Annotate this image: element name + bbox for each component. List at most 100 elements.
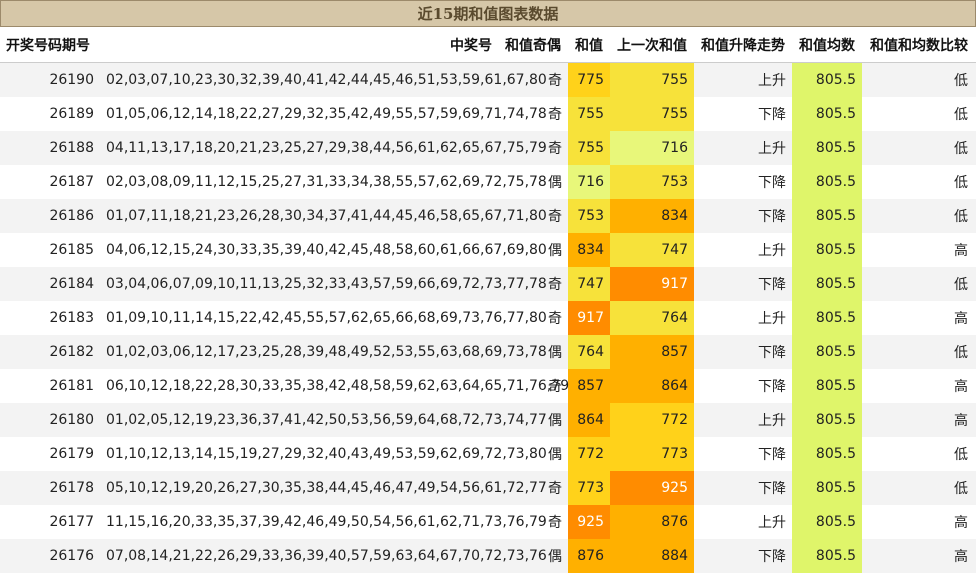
header-trend: 和值升降走势 [694,27,792,63]
table-row: 26184 03,04,06,07,09,10,11,13,25,32,33,43… [0,267,976,301]
numbers-cell: 01,02,05,12,19,23,36,37,41,42,50,53,56,5… [100,403,547,437]
prev-sum-cell: 755 [610,62,694,97]
numbers-cell: 01,10,12,13,14,15,19,27,29,32,40,43,49,5… [100,437,547,471]
table-row: 26181 06,10,12,18,22,28,30,33,35,38,42,48… [0,369,976,403]
avg-cell: 805.5 [792,199,862,233]
sum-cell: 753 [568,199,610,233]
table-row: 26178 05,10,12,19,20,26,27,30,35,38,44,45… [0,471,976,505]
trend-cell: 上升 [694,62,792,97]
compare-cell: 低 [862,335,976,369]
table-row: 26190 02,03,07,10,23,30,32,39,40,41,42,44… [0,62,976,97]
issue-cell: 26176 [0,539,100,573]
sum-cell: 773 [568,471,610,505]
issue-cell: 26183 [0,301,100,335]
avg-cell: 805.5 [792,471,862,505]
header-issue: 开奖号码期号 [0,27,100,63]
prev-sum-cell: 773 [610,437,694,471]
numbers-cell: 03,04,06,07,09,10,11,13,25,32,33,43,57,5… [100,267,547,301]
avg-cell: 805.5 [792,301,862,335]
compare-cell: 高 [862,233,976,267]
trend-cell: 下降 [694,335,792,369]
prev-sum-cell: 755 [610,97,694,131]
compare-cell: 低 [862,471,976,505]
issue-cell: 26177 [0,505,100,539]
prev-sum-cell: 857 [610,335,694,369]
prev-sum-cell: 864 [610,369,694,403]
issue-cell: 26187 [0,165,100,199]
avg-cell: 805.5 [792,267,862,301]
sum-cell: 716 [568,165,610,199]
numbers-cell: 01,05,06,12,14,18,22,27,29,32,35,42,49,5… [100,97,547,131]
issue-cell: 26178 [0,471,100,505]
issue-cell: 26185 [0,233,100,267]
issue-cell: 26188 [0,131,100,165]
sum-cell: 747 [568,267,610,301]
issue-cell: 26190 [0,62,100,97]
compare-cell: 低 [862,62,976,97]
table-title: 近15期和值图表数据 [0,0,976,27]
prev-sum-cell: 764 [610,301,694,335]
numbers-cell: 02,03,07,10,23,30,32,39,40,41,42,44,45,4… [100,62,547,97]
prev-sum-cell: 716 [610,131,694,165]
issue-cell: 26189 [0,97,100,131]
trend-cell: 下降 [694,471,792,505]
table-row: 26189 01,05,06,12,14,18,22,27,29,32,35,42… [0,97,976,131]
table-row: 26183 01,09,10,11,14,15,22,42,45,55,57,62… [0,301,976,335]
table-row: 26180 01,02,05,12,19,23,36,37,41,42,50,53… [0,403,976,437]
issue-cell: 26186 [0,199,100,233]
table-row: 26187 02,03,08,09,11,12,15,25,27,31,33,34… [0,165,976,199]
table-row: 26179 01,10,12,13,14,15,19,27,29,32,40,43… [0,437,976,471]
numbers-cell: 01,02,03,06,12,17,23,25,28,39,48,49,52,5… [100,335,547,369]
numbers-cell: 01,07,11,18,21,23,26,28,30,34,37,41,44,4… [100,199,547,233]
issue-cell: 26182 [0,335,100,369]
table-row: 26186 01,07,11,18,21,23,26,28,30,34,37,41… [0,199,976,233]
avg-cell: 805.5 [792,403,862,437]
trend-cell: 下降 [694,539,792,573]
avg-cell: 805.5 [792,97,862,131]
table-row: 26176 07,08,14,21,22,26,29,33,36,39,40,57… [0,539,976,573]
compare-cell: 高 [862,539,976,573]
issue-cell: 26181 [0,369,100,403]
header-odd-even: 和值奇偶 [498,27,568,63]
table-row: 26182 01,02,03,06,12,17,23,25,28,39,48,49… [0,335,976,369]
numbers-cell: 11,15,16,20,33,35,37,39,42,46,49,50,54,5… [100,505,547,539]
avg-cell: 805.5 [792,131,862,165]
trend-cell: 下降 [694,199,792,233]
avg-cell: 805.5 [792,335,862,369]
numbers-cell: 02,03,08,09,11,12,15,25,27,31,33,34,38,5… [100,165,547,199]
trend-cell: 上升 [694,233,792,267]
prev-sum-cell: 925 [610,471,694,505]
avg-cell: 805.5 [792,233,862,267]
sum-data-table: 开奖号码期号 中奖号 和值奇偶 和值 上一次和值 和值升降走势 和值均数 和值和… [0,27,976,573]
compare-cell: 低 [862,199,976,233]
header-prev-sum: 上一次和值 [610,27,694,63]
trend-cell: 下降 [694,165,792,199]
prev-sum-cell: 884 [610,539,694,573]
numbers-cell: 05,10,12,19,20,26,27,30,35,38,44,45,46,4… [100,471,547,505]
trend-cell: 上升 [694,301,792,335]
compare-cell: 低 [862,131,976,165]
sum-cell: 857 [568,369,610,403]
compare-cell: 高 [862,403,976,437]
numbers-cell: 04,11,13,17,18,20,21,23,25,27,29,38,44,5… [100,131,547,165]
numbers-cell: 06,10,12,18,22,28,30,33,35,38,42,48,58,5… [100,369,569,403]
avg-cell: 805.5 [792,369,862,403]
trend-cell: 下降 [694,97,792,131]
trend-cell: 上升 [694,505,792,539]
compare-cell: 低 [862,267,976,301]
avg-cell: 805.5 [792,437,862,471]
header-numbers: 中奖号 [100,27,498,63]
header-avg: 和值均数 [792,27,862,63]
table-row: 26185 04,06,12,15,24,30,33,35,39,40,42,45… [0,233,976,267]
avg-cell: 805.5 [792,165,862,199]
compare-cell: 低 [862,97,976,131]
sum-cell: 755 [568,97,610,131]
prev-sum-cell: 876 [610,505,694,539]
header-row: 开奖号码期号 中奖号 和值奇偶 和值 上一次和值 和值升降走势 和值均数 和值和… [0,27,976,63]
prev-sum-cell: 834 [610,199,694,233]
compare-cell: 高 [862,369,976,403]
table-row: 26188 04,11,13,17,18,20,21,23,25,27,29,38… [0,131,976,165]
sum-cell: 925 [568,505,610,539]
issue-cell: 26179 [0,437,100,471]
sum-cell: 864 [568,403,610,437]
